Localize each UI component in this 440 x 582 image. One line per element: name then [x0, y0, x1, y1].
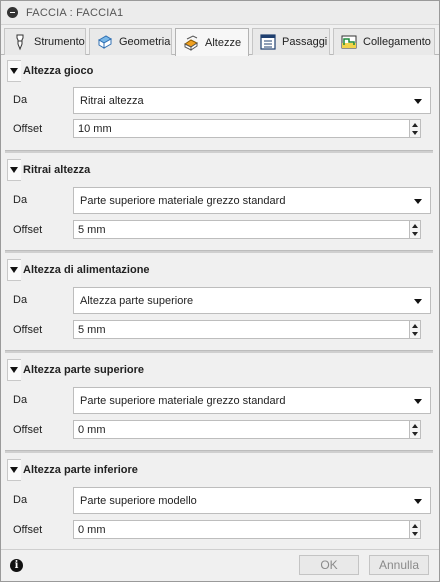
tab-geometria[interactable]: Geometria	[89, 28, 172, 55]
section-divider	[5, 150, 433, 153]
offset-spinner[interactable]	[409, 119, 421, 138]
chevron-down-icon	[414, 499, 422, 504]
tab-label: Passaggi	[282, 36, 328, 48]
spin-down-icon[interactable]	[412, 432, 418, 436]
section-header[interactable]: Ritrai altezza	[7, 159, 90, 181]
tab-label: Collegamento	[363, 36, 431, 48]
from-label: Da	[13, 494, 28, 506]
section-ritrai-altezza: Ritrai altezza Da Parte superiore materi…	[7, 159, 433, 249]
cancel-button[interactable]: Annulla	[369, 555, 429, 575]
section-divider	[5, 250, 433, 253]
section-title: Ritrai altezza	[23, 164, 91, 176]
section-altezza-gioco: Altezza gioco Da Ritrai altezza Offset 1…	[7, 60, 433, 150]
tab-altezze[interactable]: Altezze	[175, 28, 249, 56]
offset-label: Offset	[13, 224, 43, 236]
tab-strumento[interactable]: Strumento	[4, 28, 86, 55]
chevron-down-icon	[414, 399, 422, 404]
offset-value: 10 mm	[78, 122, 112, 135]
tab-label: Strumento	[34, 36, 85, 48]
collapse-icon[interactable]	[7, 7, 18, 18]
tab-collegamento[interactable]: Collegamento	[333, 28, 435, 55]
spin-down-icon[interactable]	[412, 332, 418, 336]
tab-passaggi[interactable]: Passaggi	[252, 28, 330, 55]
from-select[interactable]: Parte superiore modello	[73, 487, 431, 514]
from-label: Da	[13, 94, 28, 106]
offset-value: 5 mm	[78, 323, 106, 336]
section-divider	[5, 350, 433, 353]
offset-spinner[interactable]	[409, 220, 421, 239]
spin-up-icon[interactable]	[412, 224, 418, 228]
tab-label: Geometria	[119, 36, 171, 48]
offset-value: 0 mm	[78, 523, 106, 536]
offset-label: Offset	[13, 424, 43, 436]
dialog-window: FACCIA : FACCIA1 Strumento Geometria Alt…	[0, 0, 440, 582]
offset-spinner[interactable]	[409, 520, 421, 539]
from-label: Da	[13, 194, 28, 206]
chevron-down-icon	[414, 299, 422, 304]
offset-spinner[interactable]	[409, 420, 421, 439]
section-altezza-parte-superiore: Altezza parte superiore Da Parte superio…	[7, 359, 433, 449]
section-title: Altezza di alimentazione	[23, 264, 150, 276]
tab-bar: Strumento Geometria Altezze Passaggi Col…	[1, 28, 439, 56]
dialog-footer: i OK Annulla	[1, 549, 439, 581]
offset-input[interactable]: 5 mm	[73, 320, 421, 339]
section-title: Altezza parte superiore	[23, 364, 145, 376]
spin-up-icon[interactable]	[412, 324, 418, 328]
spin-up-icon[interactable]	[412, 524, 418, 528]
spin-up-icon[interactable]	[412, 424, 418, 428]
from-select-value: Parte superiore materiale grezzo standar…	[80, 394, 286, 407]
collapse-triangle-icon[interactable]	[7, 259, 21, 281]
from-select-value: Parte superiore modello	[80, 494, 197, 507]
offset-label: Offset	[13, 123, 43, 135]
from-label: Da	[13, 294, 28, 306]
ok-button[interactable]: OK	[299, 555, 359, 575]
from-select[interactable]: Parte superiore materiale grezzo standar…	[73, 187, 431, 214]
offset-label: Offset	[13, 524, 43, 536]
title-bar: FACCIA : FACCIA1	[1, 1, 439, 25]
section-title: Altezza parte inferiore	[23, 464, 138, 476]
section-altezza-parte-inferiore: Altezza parte inferiore Da Parte superio…	[7, 459, 433, 549]
section-divider	[5, 450, 433, 453]
section-altezza-alimentazione: Altezza di alimentazione Da Altezza part…	[7, 259, 433, 349]
section-header[interactable]: Altezza gioco	[7, 60, 93, 82]
from-select[interactable]: Ritrai altezza	[73, 87, 431, 114]
offset-input[interactable]: 5 mm	[73, 220, 421, 239]
collapse-triangle-icon[interactable]	[7, 359, 21, 381]
offset-value: 5 mm	[78, 223, 106, 236]
chevron-down-icon	[414, 99, 422, 104]
passes-icon	[259, 33, 277, 51]
info-icon[interactable]: i	[10, 559, 23, 572]
collapse-triangle-icon[interactable]	[7, 159, 21, 181]
chevron-down-icon	[414, 199, 422, 204]
spin-down-icon[interactable]	[412, 532, 418, 536]
tool-icon	[11, 33, 29, 51]
section-header[interactable]: Altezza di alimentazione	[7, 259, 150, 281]
from-select[interactable]: Parte superiore materiale grezzo standar…	[73, 387, 431, 414]
offset-input[interactable]: 10 mm	[73, 119, 421, 138]
heights-icon	[182, 34, 200, 52]
spin-up-icon[interactable]	[412, 123, 418, 127]
from-select-value: Altezza parte superiore	[80, 294, 194, 307]
section-title: Altezza gioco	[23, 65, 94, 77]
spin-down-icon[interactable]	[412, 232, 418, 236]
offset-spinner[interactable]	[409, 320, 421, 339]
from-select[interactable]: Altezza parte superiore	[73, 287, 431, 314]
offset-input[interactable]: 0 mm	[73, 420, 421, 439]
section-header[interactable]: Altezza parte inferiore	[7, 459, 138, 481]
window-title: FACCIA : FACCIA1	[26, 6, 124, 19]
collapse-triangle-icon[interactable]	[7, 459, 21, 481]
from-select-value: Parte superiore materiale grezzo standar…	[80, 194, 286, 207]
offset-label: Offset	[13, 324, 43, 336]
geometry-icon	[96, 33, 114, 51]
from-select-value: Ritrai altezza	[80, 94, 144, 107]
collapse-triangle-icon[interactable]	[7, 60, 21, 82]
tab-label: Altezze	[205, 36, 242, 49]
offset-value: 0 mm	[78, 423, 106, 436]
offset-input[interactable]: 0 mm	[73, 520, 421, 539]
linking-icon	[340, 33, 358, 51]
section-header[interactable]: Altezza parte superiore	[7, 359, 144, 381]
spin-down-icon[interactable]	[412, 131, 418, 135]
from-label: Da	[13, 394, 28, 406]
